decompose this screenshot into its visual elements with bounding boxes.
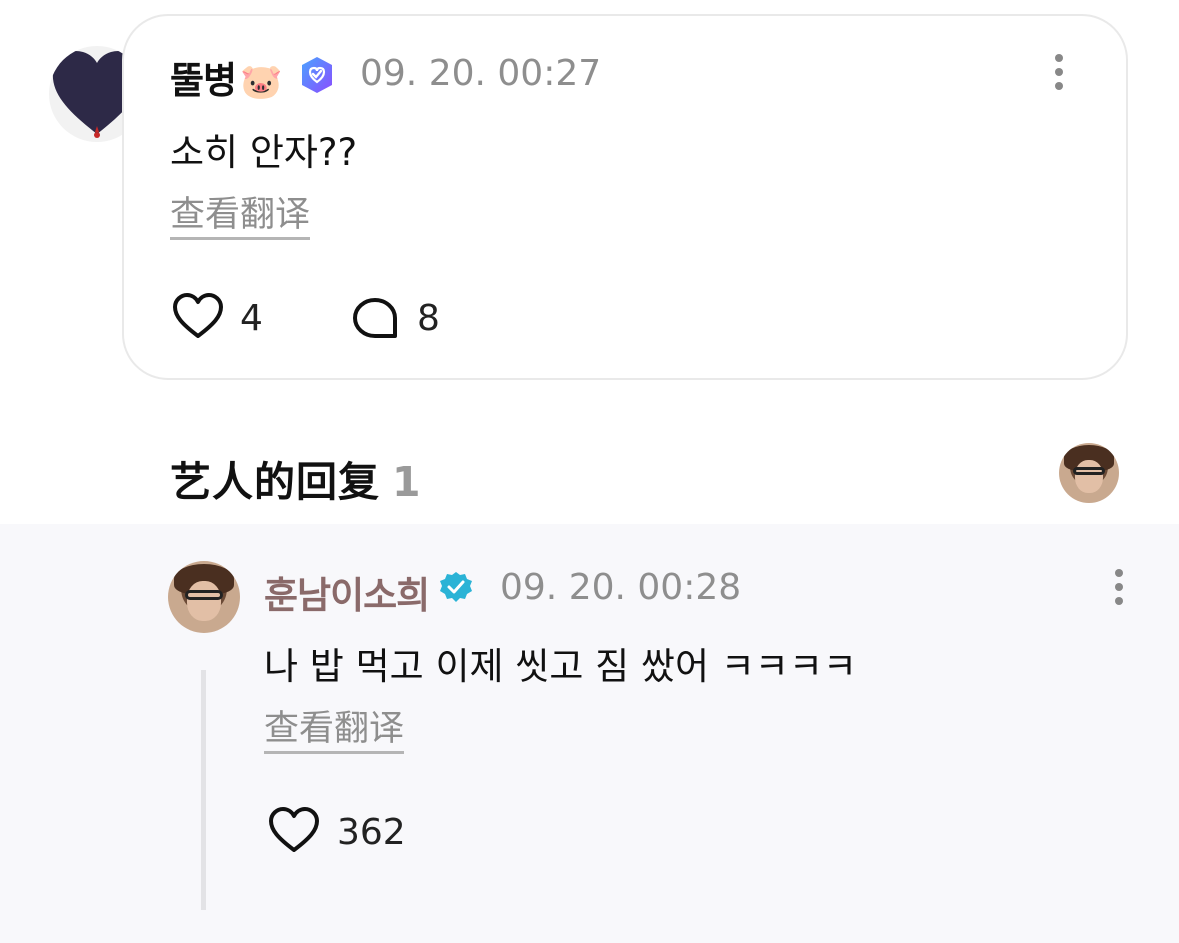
artist-replies-count: 1 [392,458,422,506]
commenter-name[interactable]: 뚤병 🐷 [170,50,282,104]
comment-timestamp: 09. 20. 00:27 [360,53,602,94]
comment-text: 소히 안자?? [170,131,358,174]
artist-replies-heading: 艺人的回复 1 [170,458,422,506]
artist-avatar-small[interactable] [1059,443,1119,503]
comment-reply-count: 8 [417,298,440,339]
artist-avatar[interactable] [168,561,240,633]
reply-translate-link[interactable]: 查看翻译 [264,708,405,754]
reply-text: 나 밥 먹고 이제 씻고 짐 쌌어 ㅋㅋㅋㅋ [264,645,857,688]
comment-more-icon[interactable] [1053,54,1065,94]
pig-emoji-icon: 🐷 [240,62,282,102]
reply-like-heart-icon[interactable] [268,806,320,854]
comment-translate-link[interactable]: 查看翻译 [170,194,311,240]
comment-reply-bubble-icon[interactable] [351,296,401,342]
purple-verified-badge-icon [302,57,332,93]
teal-verified-badge-icon [440,572,472,602]
comment-like-heart-icon[interactable] [172,292,224,340]
reply-like-count: 362 [337,812,406,853]
comment-like-count: 4 [240,298,263,339]
artist-name[interactable]: 훈남이소희 [264,565,430,619]
reply-more-icon[interactable] [1113,569,1125,609]
thread-line [201,670,206,910]
reply-timestamp: 09. 20. 00:28 [500,567,742,608]
